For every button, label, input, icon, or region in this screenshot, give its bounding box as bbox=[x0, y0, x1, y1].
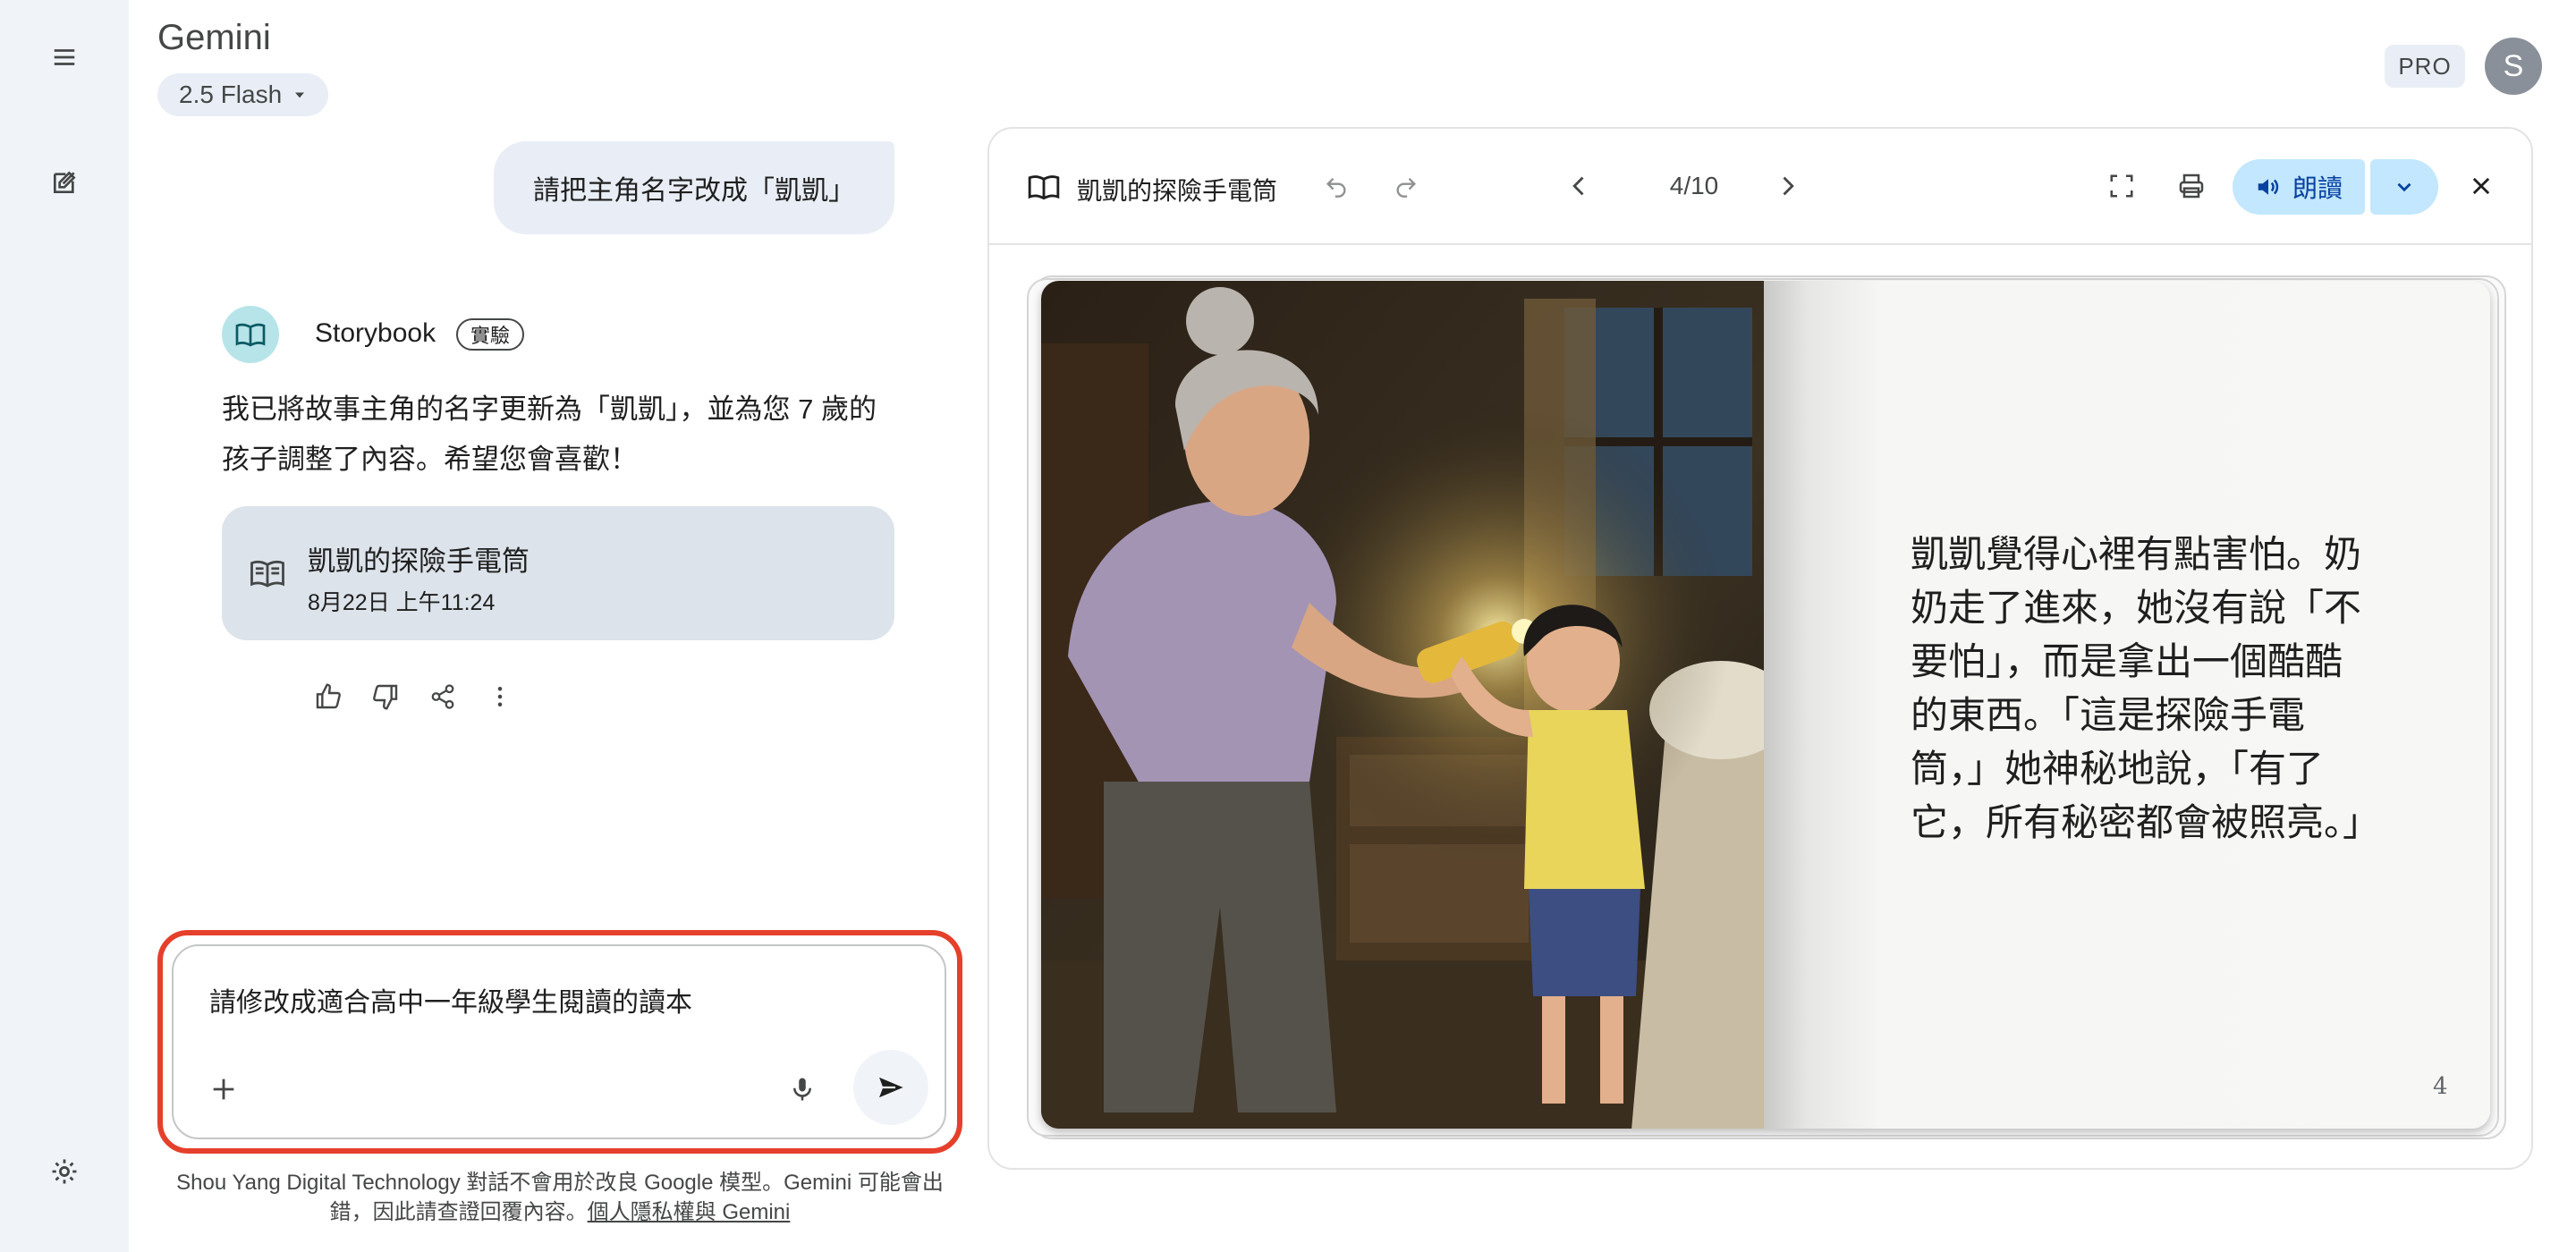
app-title: Gemini bbox=[157, 18, 271, 57]
share-icon[interactable] bbox=[422, 676, 463, 717]
feedback-bar bbox=[308, 676, 521, 717]
chevron-down-icon bbox=[2397, 182, 2411, 192]
model-label: 2.5 Flash bbox=[179, 80, 283, 108]
send-button[interactable] bbox=[853, 1050, 928, 1125]
privacy-link[interactable]: 個人隱私權與 Gemini bbox=[588, 1200, 791, 1224]
bot-name: Storybook bbox=[315, 318, 436, 348]
story-text: 凱凱覺得心裡有點害怕。奶奶走了進來，她沒有說「不要怕」，而是拿出一個酷酷的東西。… bbox=[1911, 532, 2381, 844]
storybook-card[interactable]: 凱凱的探險手電筒 8月22日 上午11:24 bbox=[222, 506, 894, 640]
previous-page-icon[interactable] bbox=[1555, 161, 1605, 211]
fullscreen-icon[interactable] bbox=[2097, 161, 2147, 211]
read-aloud-button[interactable]: 朗讀 bbox=[2233, 159, 2365, 215]
more-icon[interactable] bbox=[479, 676, 521, 717]
thumbs-up-icon[interactable] bbox=[308, 676, 349, 717]
storybook-toolbar: 凱凱的探險手電筒 4/10 朗讀 bbox=[989, 129, 2531, 245]
book-icon bbox=[235, 323, 266, 347]
book-icon bbox=[1025, 170, 1063, 208]
experimental-badge: 實驗 bbox=[456, 318, 525, 351]
storybook-avatar bbox=[222, 306, 279, 363]
send-icon bbox=[875, 1073, 909, 1102]
model-selector[interactable]: 2.5 Flash bbox=[157, 73, 329, 116]
undo-icon[interactable] bbox=[1311, 161, 1361, 211]
avatar[interactable]: S bbox=[2485, 38, 2542, 95]
left-rail bbox=[0, 0, 129, 1252]
new-chat-icon[interactable] bbox=[34, 152, 95, 213]
thumbs-down-icon[interactable] bbox=[365, 676, 406, 717]
disclaimer-text: Shou Yang Digital Technology 對話不會用於改良 Go… bbox=[176, 1171, 944, 1224]
story-text-page: 凱凱覺得心裡有點害怕。奶奶走了進來，她沒有說「不要怕」，而是拿出一個酷酷的東西。… bbox=[1764, 281, 2490, 1129]
story-illustration bbox=[1041, 281, 1764, 1129]
close-icon[interactable] bbox=[2456, 161, 2506, 211]
prompt-text[interactable]: 請修改成適合高中一年級學生閱讀的讀本 bbox=[209, 980, 692, 1019]
card-title: 凱凱的探險手電筒 bbox=[308, 546, 530, 577]
pro-badge: PRO bbox=[2385, 45, 2465, 88]
redo-icon[interactable] bbox=[1381, 161, 1431, 211]
page-number: 4 bbox=[2433, 1073, 2448, 1100]
book-icon bbox=[249, 554, 286, 596]
user-message: 請把主角名字改成「凱凱」 bbox=[494, 141, 894, 234]
prompt-input[interactable] bbox=[172, 944, 946, 1139]
page-indicator: 4/10 bbox=[1669, 172, 1719, 199]
print-icon[interactable] bbox=[2166, 161, 2216, 211]
book-viewer: 凱凱覺得心裡有點害怕。奶奶走了進來，她沒有說「不要怕」，而是拿出一個酷酷的東西。… bbox=[1020, 275, 2506, 1139]
storybook-panel: 凱凱的探險手電筒 4/10 朗讀 凱凱覺得心裡有點害怕。奶奶走了進來，她沒有說「… bbox=[987, 127, 2533, 1170]
storybook-title: 凱凱的探險手電筒 bbox=[1077, 177, 1278, 205]
card-date: 8月22日 上午11:24 bbox=[308, 590, 496, 615]
read-aloud-options[interactable] bbox=[2370, 159, 2438, 215]
caret-down-icon bbox=[295, 92, 305, 98]
speaker-icon bbox=[2258, 179, 2279, 195]
gemini-app: Gemini 2.5 Flash PRO S 請把主角名字改成「凱凱」 Stor… bbox=[0, 0, 2576, 1252]
bot-response: 我已將故事主角的名字更新為「凱凱」，並為您 7 歲的孩子調整了內容。希望您會喜歡… bbox=[222, 393, 877, 475]
read-aloud-label: 朗讀 bbox=[2292, 174, 2343, 202]
add-icon[interactable] bbox=[199, 1064, 249, 1114]
menu-icon[interactable] bbox=[34, 27, 95, 88]
disclaimer: Shou Yang Digital Technology 對話不會用於改良 Go… bbox=[157, 1168, 962, 1227]
settings-icon[interactable] bbox=[34, 1141, 95, 1202]
microphone-icon[interactable] bbox=[780, 1064, 825, 1114]
next-page-icon[interactable] bbox=[1762, 161, 1812, 211]
book-spread: 凱凱覺得心裡有點害怕。奶奶走了進來，她沒有說「不要怕」，而是拿出一個酷酷的東西。… bbox=[1041, 281, 2490, 1129]
